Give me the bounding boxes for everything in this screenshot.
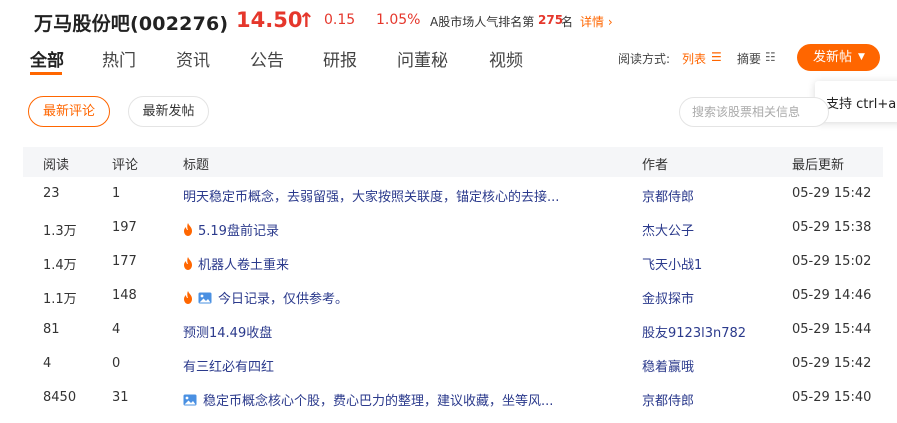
post-title-text: 有三红必有四红 xyxy=(183,360,275,375)
post-title-text: 今日记录，仅供参考。 xyxy=(218,292,349,307)
table-row: 1.3万 197 5.19盘前记录 杰大公子 05-29 15:38 xyxy=(23,211,883,245)
post-title-link[interactable]: 今日记录，仅供参考。 xyxy=(183,288,348,307)
cell-author[interactable]: 稳着赢哦 xyxy=(642,356,694,375)
cell-comments: 4 xyxy=(112,322,121,337)
post-title-link[interactable]: 预测14.49收盘 xyxy=(183,322,272,341)
list-icon: ☰ xyxy=(711,50,722,64)
tab-all[interactable]: 全部 xyxy=(30,46,64,71)
post-title-text: 稳定币概念核心个股，费心巴力的整理，建议收藏，坐等风... xyxy=(203,394,554,409)
detail-link[interactable]: 详情 › xyxy=(580,13,613,30)
tab-announcements[interactable]: 公告 xyxy=(250,46,284,71)
tab-hot[interactable]: 热门 xyxy=(102,46,136,71)
popularity-rank-unit: 名 xyxy=(561,15,574,29)
header-title: 标题 xyxy=(183,158,210,173)
post-title-text: 明天稳定币概念，去弱留强，大家按照关联度，锚定核心的去接... xyxy=(183,190,560,205)
cell-author[interactable]: 杰大公子 xyxy=(642,220,694,239)
summary-icon: ☷ xyxy=(765,50,776,64)
cell-reads: 8450 xyxy=(43,390,77,405)
post-title-link[interactable]: 机器人卷土重来 xyxy=(183,254,289,273)
cell-comments: 1 xyxy=(112,186,121,201)
cell-comments: 148 xyxy=(112,288,137,303)
table-row: 81 4 预测14.49收盘 股友9123l3n782 05-29 15:44 xyxy=(23,313,883,347)
cell-reads: 81 xyxy=(43,322,60,337)
cell-author[interactable]: 金叔探市 xyxy=(642,288,694,307)
post-title-text: 预测14.49收盘 xyxy=(183,326,273,341)
cell-updated: 05-29 15:44 xyxy=(792,322,872,337)
post-title-link[interactable]: 5.19盘前记录 xyxy=(183,220,279,239)
table-row: 1.4万 177 机器人卷土重来 飞天小战1 05-29 15:02 xyxy=(23,245,883,279)
table-row: 1.1万 148 今日记录，仅供参考。 金叔探市 05-29 14:46 xyxy=(23,279,883,313)
popularity-rank-label: A股市场人气排名第 xyxy=(430,15,535,29)
table-row: 8450 31 稳定币概念核心个股，费心巴力的整理，建议收藏，坐等风... 京都侍郎 0… xyxy=(23,381,883,415)
cell-reads: 1.4万 xyxy=(43,258,77,273)
cell-updated: 05-29 14:46 xyxy=(792,288,872,303)
table-header: 阅读 评论 标题 作者 最后更新 xyxy=(23,147,883,177)
cell-comments: 177 xyxy=(112,254,137,269)
cell-updated: 05-29 15:38 xyxy=(792,220,872,235)
cell-updated: 05-29 15:42 xyxy=(792,186,872,201)
stock-header: 万马股份吧(002276) 14.50 ↑ 0.15 1.05% A股市场人气排… xyxy=(0,0,897,42)
post-title-text: 5.19盘前记录 xyxy=(198,224,279,239)
popularity-rank-number: 275 xyxy=(538,13,564,27)
image-icon xyxy=(183,394,197,406)
view-mode-label: 阅读方式: xyxy=(618,52,671,66)
cell-author[interactable]: 飞天小战1 xyxy=(642,254,702,273)
cell-author[interactable]: 京都侍郎 xyxy=(642,390,694,409)
post-title-text: 机器人卷土重来 xyxy=(198,258,290,273)
tab-research[interactable]: 研报 xyxy=(323,46,357,71)
header-updated: 最后更新 xyxy=(792,158,845,173)
price-change: 0.15 xyxy=(324,12,356,28)
hot-fire-icon xyxy=(183,291,193,304)
tab-video[interactable]: 视频 xyxy=(489,46,523,71)
table-row: 4 0 有三红必有四红 稳着赢哦 05-29 15:42 xyxy=(23,347,883,381)
post-title-link[interactable]: 明天稳定币概念，去弱留强，大家按照关联度，锚定核心的去接... xyxy=(183,186,559,205)
stock-price: 14.50 xyxy=(236,8,303,32)
price-change-percent: 1.05% xyxy=(376,12,421,28)
caret-down-icon: ▼ xyxy=(858,52,865,62)
header-comments: 评论 xyxy=(112,158,139,173)
latest-post-filter[interactable]: 最新发帖 xyxy=(128,96,209,127)
cell-comments: 31 xyxy=(112,390,129,405)
new-post-label: 发新帖 xyxy=(813,50,853,65)
cell-comments: 197 xyxy=(112,220,137,235)
up-arrow-icon: ↑ xyxy=(298,8,315,32)
header-reads: 阅读 xyxy=(43,158,70,173)
cell-reads: 4 xyxy=(43,356,52,371)
cell-author[interactable]: 京都侍郎 xyxy=(642,186,694,205)
new-post-button[interactable]: 发新帖 ▼ xyxy=(797,44,880,71)
chevron-right-icon: › xyxy=(604,15,613,29)
table-row: 23 1 明天稳定币概念，去弱留强，大家按照关联度，锚定核心的去接... 京都侍郎 05… xyxy=(23,177,883,211)
header-author: 作者 xyxy=(642,158,669,173)
stock-title[interactable]: 万马股份吧(002276) xyxy=(34,9,228,36)
view-list-option[interactable]: 列表 xyxy=(682,50,706,67)
cell-reads: 23 xyxy=(43,186,60,201)
cell-reads: 1.1万 xyxy=(43,292,77,307)
post-title-link[interactable]: 稳定币概念核心个股，费心巴力的整理，建议收藏，坐等风... xyxy=(183,390,553,409)
latest-comment-filter[interactable]: 最新评论 xyxy=(28,96,110,127)
view-summary-option[interactable]: 摘要 xyxy=(737,50,761,67)
hot-fire-icon xyxy=(183,223,193,236)
cell-updated: 05-29 15:02 xyxy=(792,254,872,269)
stock-search-input[interactable] xyxy=(679,97,829,127)
cell-author[interactable]: 股友9123l3n782 xyxy=(642,322,746,341)
cell-comments: 0 xyxy=(112,356,121,371)
hot-fire-icon xyxy=(183,257,193,270)
active-tab-underline xyxy=(30,72,62,75)
cell-updated: 05-29 15:40 xyxy=(792,390,872,405)
detail-link-label: 详情 xyxy=(580,15,605,29)
tab-ask-secretary[interactable]: 问董秘 xyxy=(397,46,448,71)
cell-updated: 05-29 15:42 xyxy=(792,356,872,371)
post-title-link[interactable]: 有三红必有四红 xyxy=(183,356,274,375)
image-icon xyxy=(198,292,212,304)
tab-news[interactable]: 资讯 xyxy=(176,46,210,71)
cell-reads: 1.3万 xyxy=(43,224,77,239)
